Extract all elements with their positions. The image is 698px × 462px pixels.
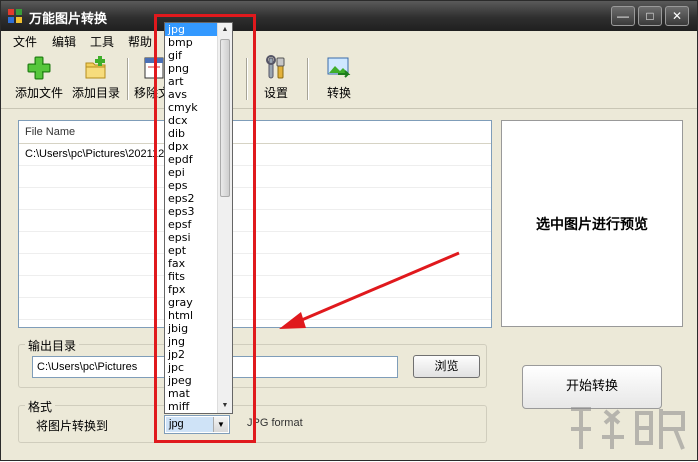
watermark-logo xyxy=(571,407,685,450)
annotation-arrow xyxy=(279,251,460,329)
main-window: 万能图片转换 — □ ✕ 文件 编辑 工具 帮助 添加文件 添加目录 移除文 设… xyxy=(0,0,698,461)
